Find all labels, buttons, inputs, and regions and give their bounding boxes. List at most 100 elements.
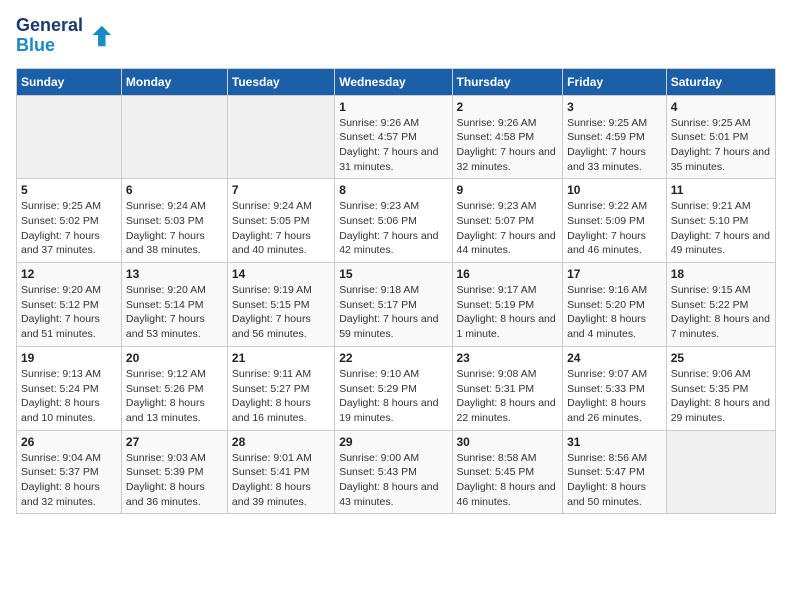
- day-info: Sunrise: 9:23 AMSunset: 5:07 PMDaylight:…: [457, 199, 559, 258]
- calendar-cell: 20 Sunrise: 9:12 AMSunset: 5:26 PMDayligh…: [121, 346, 227, 430]
- calendar-cell: 13Sunrise: 9:20 AMSunset: 5:14 PMDayligh…: [121, 263, 227, 347]
- logo: GeneralBlue: [16, 16, 113, 56]
- calendar-cell: 29 Sunrise: 9:00 AMSunset: 5:43 PMDayligh…: [335, 430, 452, 514]
- calendar-cell: 15 Sunrise: 9:18 AMSunset: 5:17 PMDayligh…: [335, 263, 452, 347]
- day-number: 7: [232, 183, 330, 197]
- calendar-cell: 24 Sunrise: 9:07 AMSunset: 5:33 PMDayligh…: [563, 346, 667, 430]
- day-info: Sunrise: 9:16 AMSunset: 5:20 PMDaylight:…: [567, 283, 662, 342]
- calendar-cell: 1 Sunrise: 9:26 AMSunset: 4:57 PMDaylight…: [335, 95, 452, 179]
- day-number: 14: [232, 267, 330, 281]
- calendar-cell: 25 Sunrise: 9:06 AMSunset: 5:35 PMDayligh…: [666, 346, 775, 430]
- day-info: Sunrise: 9:17 AMSunset: 5:19 PMDaylight:…: [457, 283, 559, 342]
- day-info: Sunrise: 9:03 AMSunset: 5:39 PMDaylight:…: [126, 451, 223, 510]
- day-info: Sunrise: 8:56 AMSunset: 5:47 PMDaylight:…: [567, 451, 662, 510]
- day-number: 13: [126, 267, 223, 281]
- day-number: 24: [567, 351, 662, 365]
- day-number: 1: [339, 100, 447, 114]
- day-number: 22: [339, 351, 447, 365]
- day-info: Sunrise: 9:22 AMSunset: 5:09 PMDaylight:…: [567, 199, 662, 258]
- calendar-cell: 19 Sunrise: 9:13 AMSunset: 5:24 PMDayligh…: [17, 346, 122, 430]
- day-info: Sunrise: 9:23 AMSunset: 5:06 PMDaylight:…: [339, 199, 447, 258]
- calendar-cell: 12 Sunrise: 9:20 AMSunset: 5:12 PMDayligh…: [17, 263, 122, 347]
- calendar-cell: 31Sunrise: 8:56 AMSunset: 5:47 PMDayligh…: [563, 430, 667, 514]
- weekday-header-saturday: Saturday: [666, 68, 775, 95]
- calendar-cell: 27 Sunrise: 9:03 AMSunset: 5:39 PMDayligh…: [121, 430, 227, 514]
- day-info: Sunrise: 9:08 AMSunset: 5:31 PMDaylight:…: [457, 367, 559, 426]
- day-info: Sunrise: 9:18 AMSunset: 5:17 PMDaylight:…: [339, 283, 447, 342]
- day-info: Sunrise: 9:26 AMSunset: 4:57 PMDaylight:…: [339, 116, 447, 175]
- calendar-cell: 2Sunrise: 9:26 AMSunset: 4:58 PMDaylight…: [452, 95, 563, 179]
- calendar-cell: 9 Sunrise: 9:23 AMSunset: 5:07 PMDaylight…: [452, 179, 563, 263]
- logo-icon: [85, 22, 113, 50]
- weekday-header-monday: Monday: [121, 68, 227, 95]
- day-info: Sunrise: 9:10 AMSunset: 5:29 PMDaylight:…: [339, 367, 447, 426]
- weekday-header-sunday: Sunday: [17, 68, 122, 95]
- calendar-cell: 23Sunrise: 9:08 AMSunset: 5:31 PMDayligh…: [452, 346, 563, 430]
- calendar-cell: [666, 430, 775, 514]
- weekday-header-friday: Friday: [563, 68, 667, 95]
- calendar-cell: 30 Sunrise: 8:58 AMSunset: 5:45 PMDayligh…: [452, 430, 563, 514]
- calendar-cell: 7 Sunrise: 9:24 AMSunset: 5:05 PMDaylight…: [227, 179, 334, 263]
- calendar-cell: 21 Sunrise: 9:11 AMSunset: 5:27 PMDayligh…: [227, 346, 334, 430]
- day-number: 29: [339, 435, 447, 449]
- day-info: Sunrise: 9:00 AMSunset: 5:43 PMDaylight:…: [339, 451, 447, 510]
- day-number: 25: [671, 351, 771, 365]
- calendar-cell: 10 Sunrise: 9:22 AMSunset: 5:09 PMDayligh…: [563, 179, 667, 263]
- calendar-cell: 16Sunrise: 9:17 AMSunset: 5:19 PMDayligh…: [452, 263, 563, 347]
- day-number: 30: [457, 435, 559, 449]
- day-info: Sunrise: 9:07 AMSunset: 5:33 PMDaylight:…: [567, 367, 662, 426]
- day-number: 11: [671, 183, 771, 197]
- day-info: Sunrise: 9:15 AMSunset: 5:22 PMDaylight:…: [671, 283, 771, 342]
- day-info: Sunrise: 9:25 AMSunset: 5:02 PMDaylight:…: [21, 199, 117, 258]
- day-info: Sunrise: 9:21 AMSunset: 5:10 PMDaylight:…: [671, 199, 771, 258]
- calendar-cell: 11 Sunrise: 9:21 AMSunset: 5:10 PMDayligh…: [666, 179, 775, 263]
- calendar-cell: 5Sunrise: 9:25 AMSunset: 5:02 PMDaylight…: [17, 179, 122, 263]
- calendar-cell: 22 Sunrise: 9:10 AMSunset: 5:29 PMDayligh…: [335, 346, 452, 430]
- day-info: Sunrise: 9:01 AMSunset: 5:41 PMDaylight:…: [232, 451, 330, 510]
- day-info: Sunrise: 9:12 AMSunset: 5:26 PMDaylight:…: [126, 367, 223, 426]
- day-info: Sunrise: 9:24 AMSunset: 5:03 PMDaylight:…: [126, 199, 223, 258]
- day-number: 8: [339, 183, 447, 197]
- day-number: 17: [567, 267, 662, 281]
- calendar-table: SundayMondayTuesdayWednesdayThursdayFrid…: [16, 68, 776, 515]
- calendar-cell: 26 Sunrise: 9:04 AMSunset: 5:37 PMDayligh…: [17, 430, 122, 514]
- day-number: 2: [457, 100, 559, 114]
- logo-text: GeneralBlue: [16, 16, 83, 56]
- calendar-cell: 6 Sunrise: 9:24 AMSunset: 5:03 PMDaylight…: [121, 179, 227, 263]
- day-number: 10: [567, 183, 662, 197]
- day-number: 4: [671, 100, 771, 114]
- weekday-header-thursday: Thursday: [452, 68, 563, 95]
- day-info: Sunrise: 9:11 AMSunset: 5:27 PMDaylight:…: [232, 367, 330, 426]
- day-info: Sunrise: 9:13 AMSunset: 5:24 PMDaylight:…: [21, 367, 117, 426]
- calendar-cell: 18 Sunrise: 9:15 AMSunset: 5:22 PMDayligh…: [666, 263, 775, 347]
- day-number: 6: [126, 183, 223, 197]
- day-number: 27: [126, 435, 223, 449]
- calendar-cell: 14 Sunrise: 9:19 AMSunset: 5:15 PMDayligh…: [227, 263, 334, 347]
- day-info: Sunrise: 8:58 AMSunset: 5:45 PMDaylight:…: [457, 451, 559, 510]
- calendar-cell: 3 Sunrise: 9:25 AMSunset: 4:59 PMDaylight…: [563, 95, 667, 179]
- calendar-cell: [17, 95, 122, 179]
- day-number: 20: [126, 351, 223, 365]
- day-number: 26: [21, 435, 117, 449]
- weekday-header-tuesday: Tuesday: [227, 68, 334, 95]
- day-info: Sunrise: 9:19 AMSunset: 5:15 PMDaylight:…: [232, 283, 330, 342]
- day-number: 19: [21, 351, 117, 365]
- calendar-cell: 17 Sunrise: 9:16 AMSunset: 5:20 PMDayligh…: [563, 263, 667, 347]
- day-number: 9: [457, 183, 559, 197]
- day-number: 21: [232, 351, 330, 365]
- calendar-cell: [121, 95, 227, 179]
- day-info: Sunrise: 9:24 AMSunset: 5:05 PMDaylight:…: [232, 199, 330, 258]
- calendar-cell: 8 Sunrise: 9:23 AMSunset: 5:06 PMDaylight…: [335, 179, 452, 263]
- day-info: Sunrise: 9:25 AMSunset: 4:59 PMDaylight:…: [567, 116, 662, 175]
- day-number: 18: [671, 267, 771, 281]
- calendar-cell: 4 Sunrise: 9:25 AMSunset: 5:01 PMDaylight…: [666, 95, 775, 179]
- day-info: Sunrise: 9:20 AMSunset: 5:12 PMDaylight:…: [21, 283, 117, 342]
- day-info: Sunrise: 9:25 AMSunset: 5:01 PMDaylight:…: [671, 116, 771, 175]
- day-number: 28: [232, 435, 330, 449]
- day-info: Sunrise: 9:06 AMSunset: 5:35 PMDaylight:…: [671, 367, 771, 426]
- day-number: 3: [567, 100, 662, 114]
- weekday-header-wednesday: Wednesday: [335, 68, 452, 95]
- day-number: 15: [339, 267, 447, 281]
- day-info: Sunrise: 9:04 AMSunset: 5:37 PMDaylight:…: [21, 451, 117, 510]
- day-number: 12: [21, 267, 117, 281]
